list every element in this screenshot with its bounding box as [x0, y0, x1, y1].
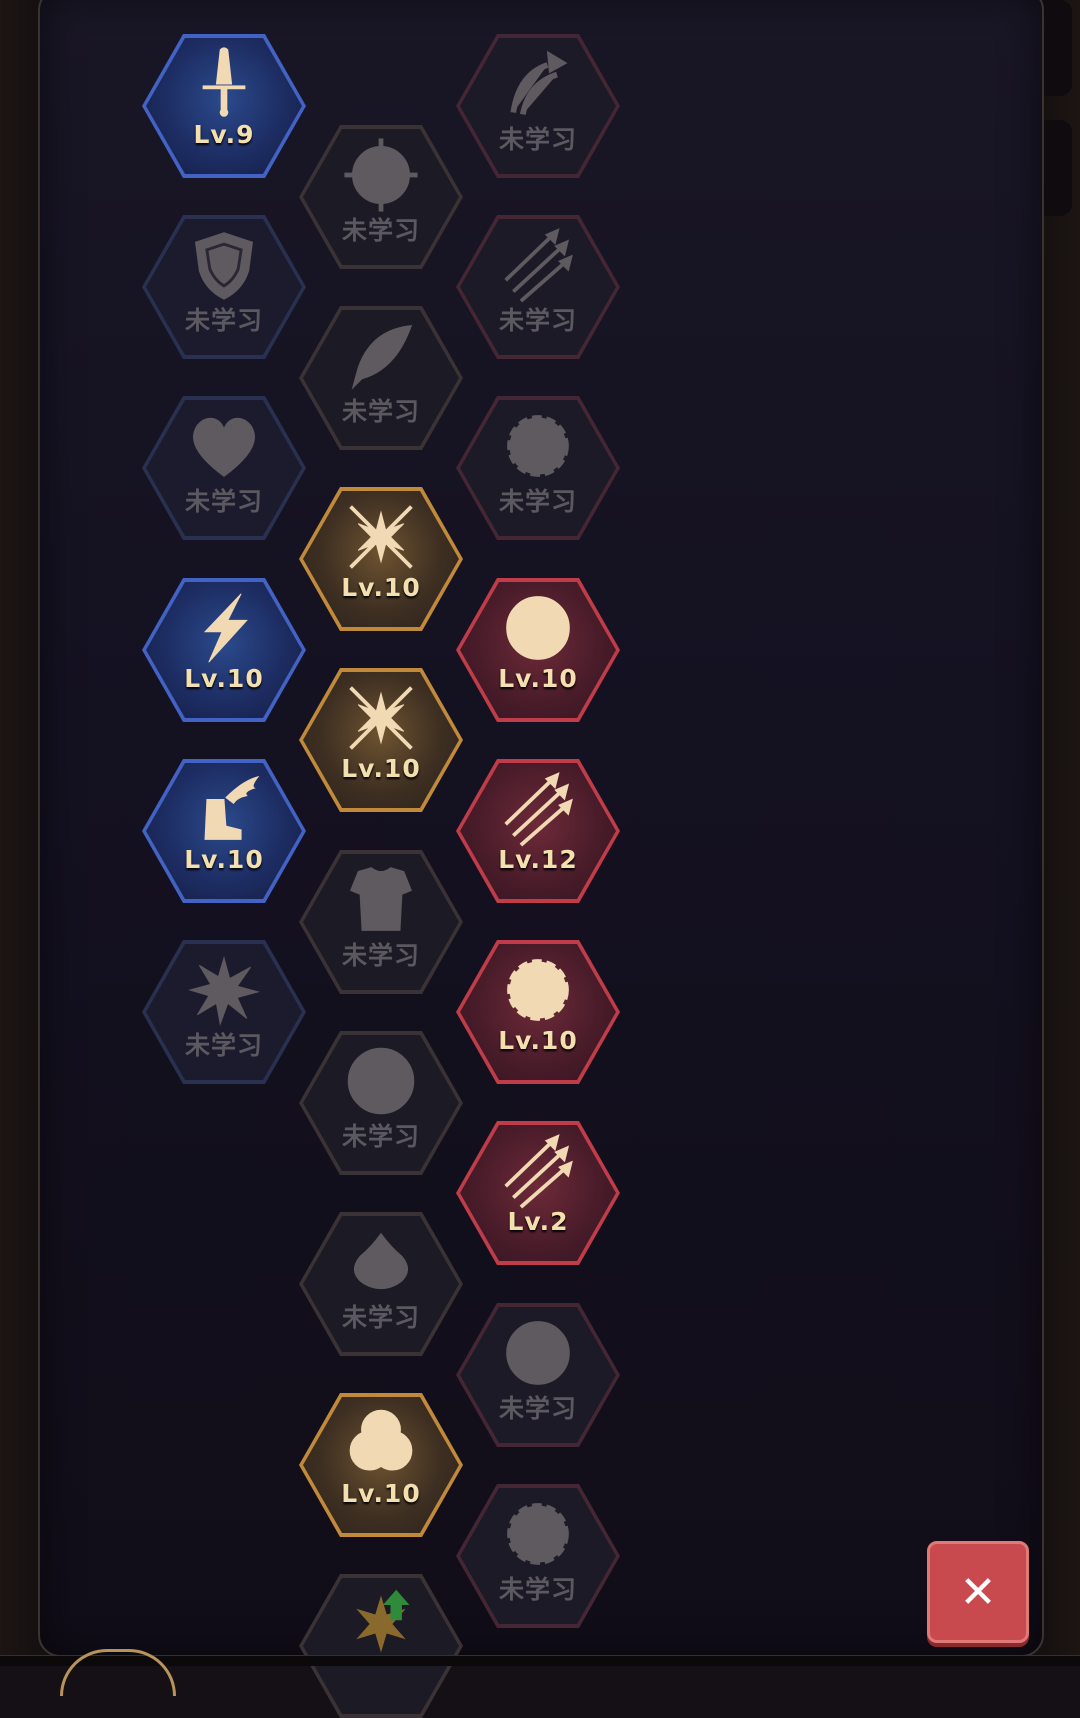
ricochet-icon: [510, 50, 568, 116]
cross-emblem-icon: [347, 1047, 415, 1115]
skill-level-label: Lv.10: [341, 1479, 421, 1508]
feather-icon: [351, 325, 413, 390]
skill-level-label: Lv.10: [184, 845, 264, 874]
shield-icon: [194, 232, 254, 300]
close-icon: ✕: [959, 1566, 997, 1618]
skill-level-label: Lv.10: [341, 754, 421, 783]
skill-level-label: Lv.10: [341, 573, 421, 602]
skill-level-label: Lv.10: [498, 1026, 578, 1055]
multi-arrow-icon: [504, 772, 573, 847]
armor-icon: [349, 867, 413, 931]
concentric-target-icon: [506, 596, 570, 660]
multi-arrow-icon: [504, 228, 573, 303]
triquetra-rings-icon: [349, 1409, 413, 1471]
fist-burst-icon: [507, 415, 569, 477]
heart-icon: [193, 417, 255, 477]
slime-icon: [353, 1232, 409, 1290]
multi-arrow-icon: [504, 1134, 573, 1209]
fist-burst-icon: [507, 1503, 569, 1565]
crit-upgrade-icon: [356, 1589, 410, 1653]
skill-level-label: Lv.12: [498, 845, 578, 874]
crosshair-icon: [344, 138, 418, 212]
skill-level-label: Lv.10: [184, 664, 264, 693]
crossed-swords-burst-icon: [349, 686, 413, 750]
skill-level-label: Lv.10: [498, 664, 578, 693]
crossed-swords-burst-icon: [349, 505, 413, 569]
skill-level-label: Lv.9: [193, 120, 255, 149]
skill-level-label: Lv.2: [507, 1207, 569, 1236]
lightning-icon: [203, 593, 248, 663]
dagger-icon: [202, 47, 246, 117]
bottom-ornament: [60, 1649, 176, 1696]
bottom-frame: [0, 1649, 1080, 1696]
winged-boots-icon: [204, 775, 260, 840]
fist-burst-icon: [507, 959, 569, 1021]
concentric-target-icon: [506, 1321, 570, 1385]
explosion-icon: [188, 955, 261, 1027]
close-button[interactable]: ✕: [927, 1541, 1029, 1643]
